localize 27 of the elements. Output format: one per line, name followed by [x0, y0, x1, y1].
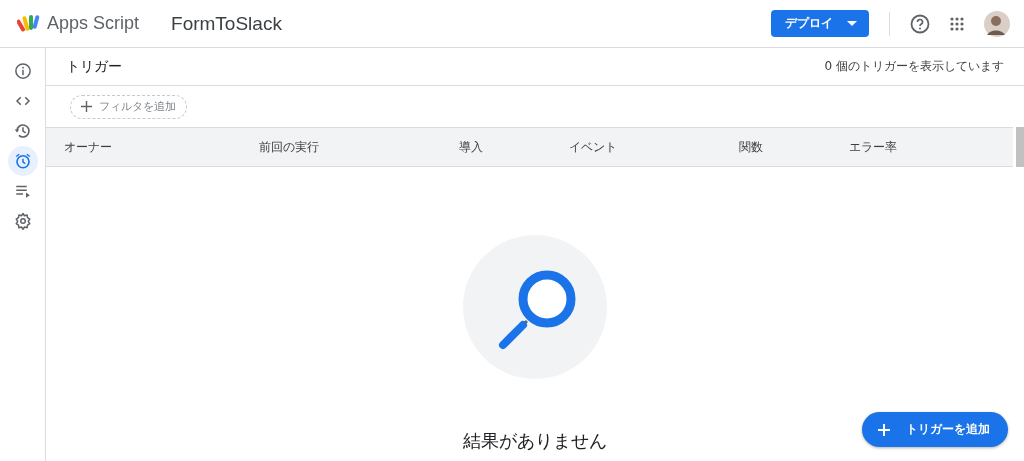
- column-header: 前回の実行: [259, 138, 320, 156]
- column-header: 導入: [459, 138, 484, 156]
- trigger-count: 0 個のトリガーを表示しています: [824, 58, 1004, 75]
- column-header: 関数: [739, 138, 764, 156]
- column-header: オーナー: [64, 138, 113, 156]
- avatar-icon[interactable]: [984, 10, 1010, 37]
- alarm-icon: [13, 152, 32, 170]
- add-trigger-button[interactable]: トリガーを追加: [862, 412, 1008, 447]
- plus-icon: [878, 423, 890, 436]
- gear-icon: [13, 212, 32, 230]
- apps-grid-icon[interactable]: [950, 16, 964, 31]
- alarm-nav-item[interactable]: [7, 146, 38, 176]
- deploy-button[interactable]: デプロイ: [771, 10, 869, 37]
- column-header: イベント: [569, 138, 618, 156]
- column-header: エラー率: [849, 138, 898, 156]
- project-title: FormToSlack: [171, 12, 282, 35]
- history-icon: [13, 122, 32, 140]
- plus-icon: [81, 101, 92, 112]
- caret-icon: [847, 21, 857, 26]
- page-title: トリガー: [66, 57, 122, 76]
- help-icon[interactable]: [910, 13, 930, 34]
- info-icon: [13, 62, 32, 80]
- scrollbar[interactable]: [1016, 127, 1024, 167]
- empty-message: 結果がありません: [463, 429, 607, 453]
- apps-script-logo-icon: [17, 13, 41, 34]
- app-name: Apps Script: [47, 13, 140, 34]
- add-filter-button[interactable]: フィルタを追加: [70, 94, 187, 119]
